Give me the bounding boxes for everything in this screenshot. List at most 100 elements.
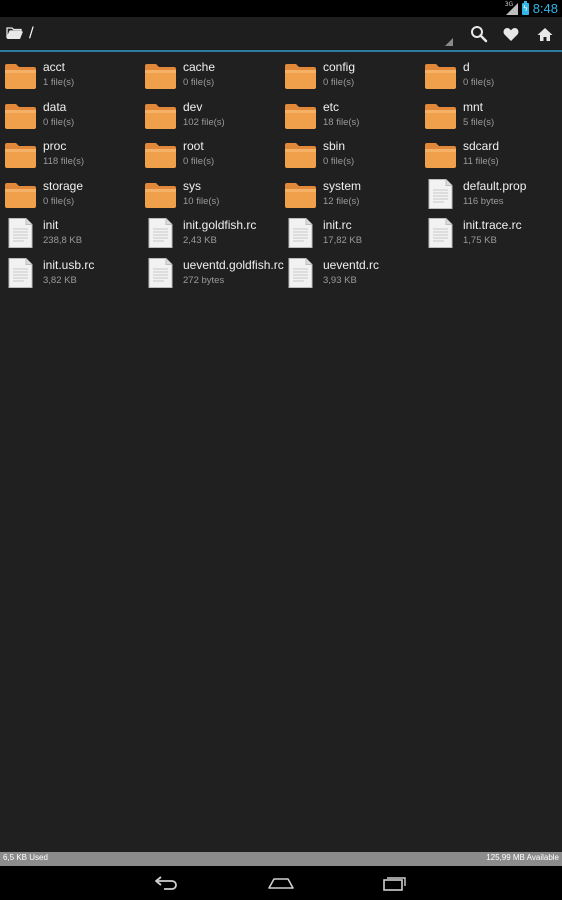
item-details: 11 file(s): [463, 156, 499, 167]
status-clock: 8:48: [532, 1, 558, 16]
folder-icon: [284, 100, 317, 130]
item-name: sys: [183, 178, 201, 193]
item-details: 18 file(s): [323, 116, 360, 128]
status-icons: 3G ϟ 8:48: [505, 0, 558, 17]
folder-icon: [144, 60, 177, 90]
item-details: 0 file(s): [463, 77, 495, 88]
folder-item[interactable]: proc 118 file(s): [0, 135, 140, 175]
folder-item[interactable]: root 0 file(s): [140, 135, 280, 175]
item-name: sdcard: [463, 139, 500, 153]
item-details: 12 file(s): [323, 195, 360, 207]
folder-item[interactable]: data 0 file(s): [0, 96, 140, 136]
folder-item[interactable]: sdcard 11 file(s): [420, 135, 560, 175]
folder-icon: [144, 100, 177, 130]
item-details: 0 file(s): [43, 195, 75, 207]
item-name: system: [323, 178, 362, 193]
document-icon: [144, 218, 177, 248]
item-name: init.usb.rc: [43, 257, 95, 272]
folder-icon: [424, 139, 457, 169]
folder-item[interactable]: config 0 file(s): [280, 56, 420, 96]
back-button[interactable]: [152, 872, 182, 894]
document-icon: [424, 178, 457, 209]
file-item[interactable]: ueventd.rc 3,93 KB: [280, 254, 420, 294]
item-name: etc: [323, 99, 340, 114]
file-item[interactable]: ueventd.goldfish.rc 272 bytes: [140, 254, 284, 294]
item-details: 0 file(s): [43, 116, 75, 128]
item-name: init.goldfish.rc: [183, 218, 257, 232]
folder-icon: [4, 100, 37, 130]
item-name: init: [43, 218, 59, 232]
current-path[interactable]: /: [29, 25, 34, 41]
folder-item[interactable]: sys 10 file(s): [140, 175, 280, 215]
folder-item[interactable]: dev 102 file(s): [140, 96, 280, 136]
item-details: 118 file(s): [43, 156, 85, 167]
storage-available: 125,99 MB Available: [486, 853, 559, 862]
item-details: 116 bytes: [463, 195, 504, 207]
item-details: 102 file(s): [183, 116, 225, 128]
file-item[interactable]: init 238,8 KB: [0, 214, 140, 254]
recent-apps-button[interactable]: [380, 872, 410, 894]
battery-icon: ϟ: [521, 0, 529, 15]
signal-icon: 3G: [505, 1, 518, 15]
item-name: init.trace.rc: [463, 218, 522, 232]
item-details: 2,43 KB: [183, 235, 217, 246]
folder-item[interactable]: cache 0 file(s): [140, 56, 280, 96]
document-icon: [4, 257, 37, 288]
folder-item[interactable]: etc 18 file(s): [280, 96, 420, 136]
path-dropdown-icon[interactable]: [445, 38, 453, 46]
status-bar: 3G ϟ 8:48: [0, 0, 562, 17]
file-item[interactable]: init.usb.rc 3,82 KB: [0, 254, 140, 294]
item-details: 1 file(s): [43, 77, 75, 88]
folder-item[interactable]: system 12 file(s): [280, 175, 420, 215]
item-details: 10 file(s): [183, 195, 220, 207]
folder-icon: [4, 60, 37, 90]
folder-icon: [424, 100, 457, 130]
navigation-bar: [0, 866, 562, 900]
action-bar: /: [0, 17, 562, 50]
item-name: dev: [183, 99, 203, 114]
document-icon: [144, 257, 177, 288]
item-name: sbin: [323, 139, 346, 153]
nav-home-button[interactable]: [266, 872, 296, 894]
folder-item[interactable]: mnt 5 file(s): [420, 96, 560, 136]
home-icon: [537, 27, 553, 41]
file-grid: acct 1 file(s) cache 0 file(s) config 0 fil…: [0, 56, 562, 293]
item-name: data: [43, 99, 67, 114]
recent-apps-icon: [383, 877, 406, 891]
item-details: 0 file(s): [323, 156, 355, 167]
folder-icon: [284, 60, 317, 90]
file-item[interactable]: init.trace.rc 1,75 KB: [420, 214, 560, 254]
folder-icon: [144, 139, 177, 169]
nav-home-icon: [268, 878, 294, 889]
file-item[interactable]: init.rc 17,82 KB: [280, 214, 420, 254]
folder-icon: [4, 139, 37, 169]
document-icon: [284, 257, 317, 288]
item-details: 3,82 KB: [43, 274, 77, 286]
back-icon: [155, 876, 177, 890]
folder-item[interactable]: acct 1 file(s): [0, 56, 140, 96]
item-name: root: [183, 139, 204, 153]
folder-item[interactable]: storage 0 file(s): [0, 175, 140, 215]
home-button[interactable]: [532, 21, 558, 47]
item-details: 0 file(s): [323, 77, 355, 88]
file-item[interactable]: init.goldfish.rc 2,43 KB: [140, 214, 280, 254]
item-details: 17,82 KB: [323, 235, 363, 246]
file-item[interactable]: default.prop 116 bytes: [420, 175, 560, 215]
folder-item[interactable]: sbin 0 file(s): [280, 135, 420, 175]
folder-open-icon[interactable]: [6, 26, 24, 40]
folder-icon: [284, 179, 317, 209]
document-icon: [284, 218, 317, 248]
favorites-button[interactable]: [498, 21, 524, 47]
folder-icon: [424, 60, 457, 90]
item-name: acct: [43, 60, 66, 74]
item-name: mnt: [463, 99, 484, 114]
folder-item[interactable]: d 0 file(s): [420, 56, 560, 96]
search-icon: [471, 26, 488, 43]
item-name: storage: [43, 178, 84, 193]
item-details: 238,8 KB: [43, 235, 83, 246]
item-name: init.rc: [323, 218, 352, 232]
storage-used: 6,5 KB Used: [3, 853, 48, 862]
item-name: d: [463, 60, 470, 74]
search-button[interactable]: [466, 21, 492, 47]
item-details: 272 bytes: [183, 274, 225, 286]
